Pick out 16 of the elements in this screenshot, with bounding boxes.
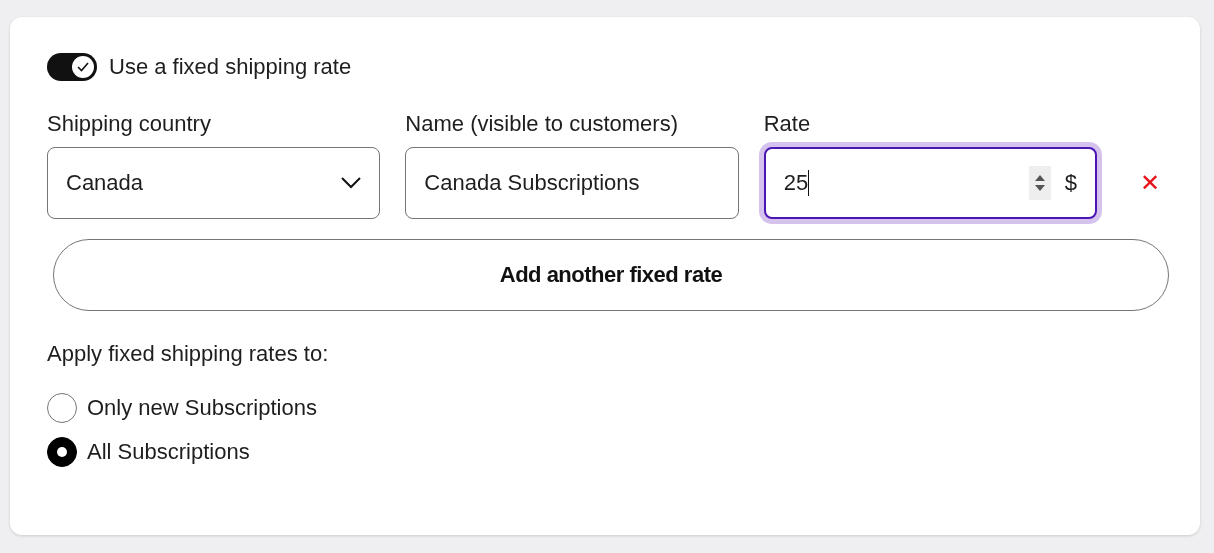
name-input[interactable]: Canada Subscriptions	[405, 147, 739, 219]
field-label: Name (visible to customers)	[405, 111, 679, 137]
add-rate-button[interactable]: Add another fixed rate	[53, 239, 1169, 311]
check-icon	[76, 61, 90, 73]
chevron-down-icon	[341, 177, 362, 189]
field-label: Rate	[763, 111, 812, 137]
spinner-icon[interactable]	[1028, 166, 1051, 200]
remove-button[interactable]: ✕	[1130, 147, 1170, 219]
toggle-label: Use a fixed shipping rate	[109, 54, 352, 80]
currency-symbol: $	[1064, 170, 1077, 196]
field-label: Shipping country	[47, 111, 212, 137]
radio-option[interactable]: All Subscriptions	[47, 437, 250, 467]
toggle-switch[interactable]	[47, 53, 97, 81]
section-label: Apply fixed shipping rates to:	[47, 341, 330, 367]
country-select[interactable]: Canada	[47, 147, 381, 219]
radio-option[interactable]: Only new Subscriptions	[47, 393, 317, 423]
